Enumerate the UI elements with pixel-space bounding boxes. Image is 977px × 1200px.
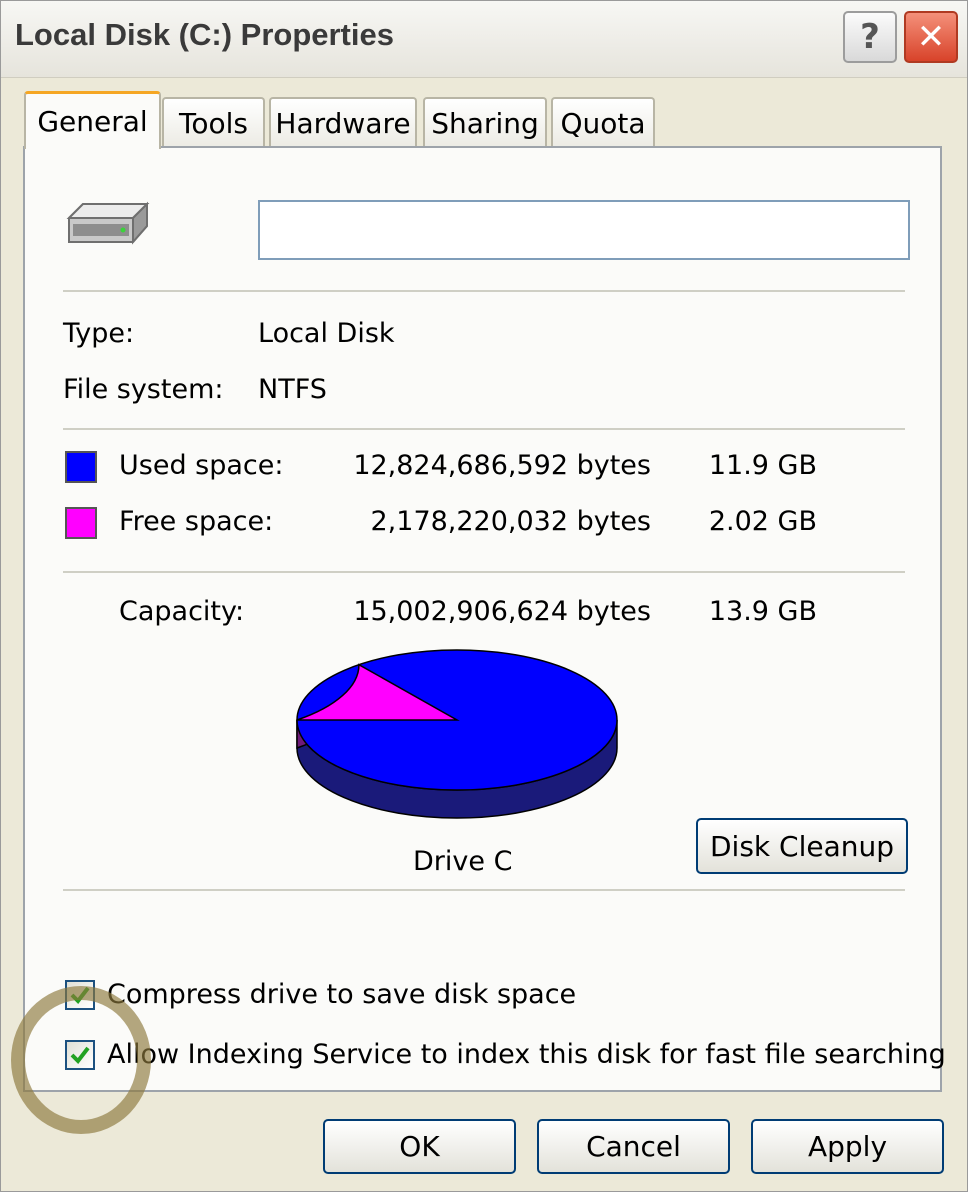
free-space-size: 2.02 GB (708, 506, 817, 537)
general-tab-panel: Type: Local Disk File system: NTFS Used … (23, 146, 946, 1092)
tab-quota[interactable]: Quota (551, 97, 655, 147)
window-title: Local Disk (C:) Properties (15, 17, 394, 52)
tab-hardware-label: Hardware (275, 106, 411, 140)
question-mark-icon: ? (860, 17, 880, 57)
type-label: Type: (63, 318, 135, 349)
used-space-bytes: 12,824,686,592 bytes (353, 450, 651, 481)
used-space-label: Used space: (119, 450, 284, 481)
drive-label: Drive C (413, 846, 513, 877)
used-space-swatch (65, 451, 97, 483)
separator (63, 571, 905, 573)
title-bar[interactable]: Local Disk (C:) Properties ? ✕ (1, 1, 967, 78)
tab-sharing[interactable]: Sharing (423, 97, 547, 147)
separator (63, 428, 905, 430)
checkmark-icon (70, 1046, 90, 1065)
tab-tools-label: Tools (179, 106, 248, 140)
compress-drive-checkbox[interactable] (65, 980, 95, 1010)
file-system-value: NTFS (258, 374, 327, 405)
used-space-size: 11.9 GB (708, 450, 817, 481)
separator (63, 290, 905, 292)
free-space-bytes: 2,178,220,032 bytes (370, 506, 652, 537)
properties-dialog: Local Disk (C:) Properties ? ✕ General T… (0, 0, 968, 1192)
type-value: Local Disk (258, 318, 395, 349)
disk-usage-pie-chart (296, 649, 618, 819)
capacity-label: Capacity: (119, 596, 245, 627)
ok-label: OK (399, 1130, 440, 1163)
allow-indexing-checkbox[interactable] (65, 1040, 95, 1070)
free-space-swatch (65, 507, 97, 539)
separator (63, 889, 905, 891)
file-system-label: File system: (63, 374, 224, 405)
capacity-size: 13.9 GB (708, 596, 817, 627)
cancel-button[interactable]: Cancel (537, 1119, 730, 1174)
free-space-label: Free space: (119, 506, 274, 537)
tab-tools[interactable]: Tools (162, 97, 265, 147)
help-button[interactable]: ? (843, 11, 897, 63)
cancel-label: Cancel (586, 1130, 681, 1163)
tab-general[interactable]: General (24, 91, 161, 149)
tab-sharing-label: Sharing (431, 106, 539, 140)
disk-cleanup-label: Disk Cleanup (709, 829, 895, 863)
close-icon: ✕ (916, 17, 946, 57)
checkmark-icon (70, 986, 90, 1005)
capacity-bytes: 15,002,906,624 bytes (353, 596, 651, 627)
tab-quota-label: Quota (560, 106, 646, 140)
apply-label: Apply (807, 1130, 888, 1163)
apply-button[interactable]: Apply (751, 1119, 944, 1174)
ok-button[interactable]: OK (323, 1119, 516, 1174)
compress-drive-label[interactable]: Compress drive to save disk space (107, 979, 576, 1010)
disk-cleanup-button[interactable]: Disk Cleanup (696, 818, 908, 874)
close-button[interactable]: ✕ (904, 11, 958, 63)
tab-hardware[interactable]: Hardware (269, 97, 417, 147)
hard-drive-icon (66, 201, 150, 245)
tab-general-label: General (37, 105, 148, 138)
allow-indexing-label[interactable]: Allow Indexing Service to index this dis… (107, 1039, 946, 1070)
volume-name-input[interactable] (258, 200, 910, 260)
